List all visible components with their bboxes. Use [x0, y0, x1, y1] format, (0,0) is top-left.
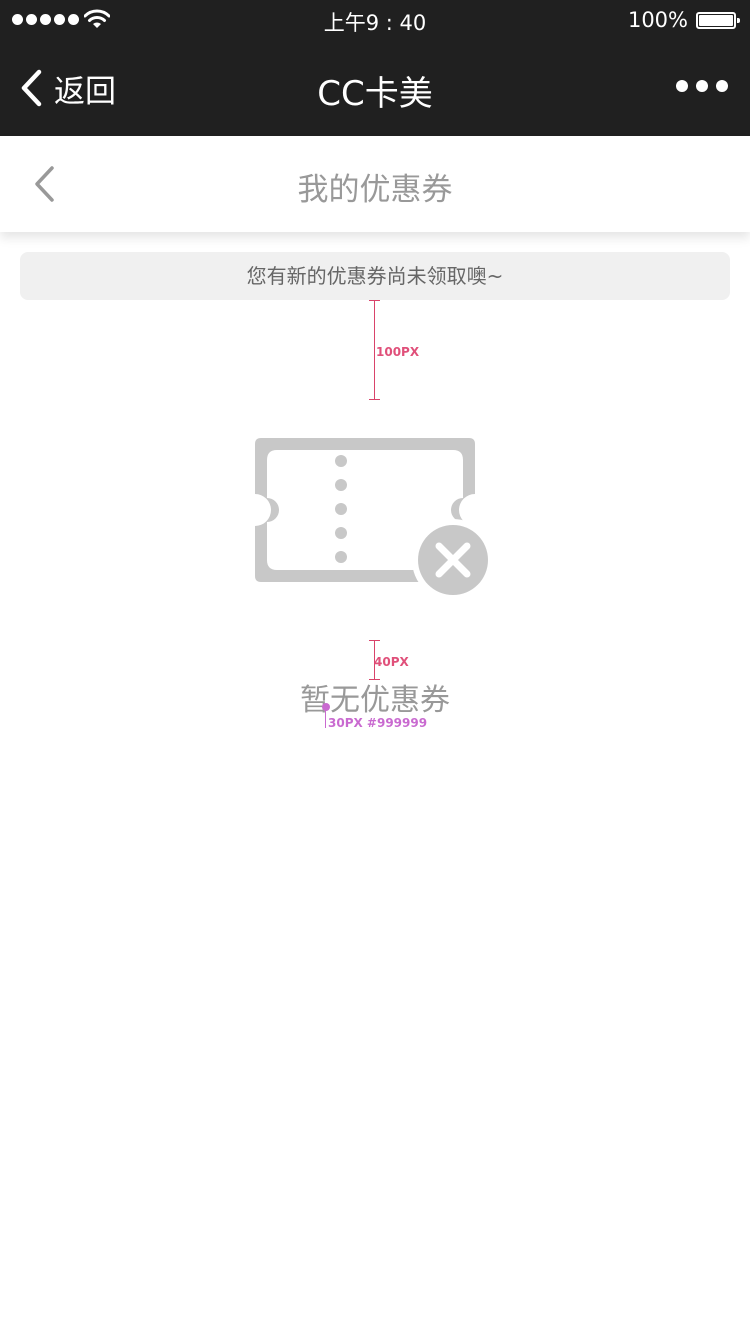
page-title: 我的优惠券 [297, 172, 453, 208]
more-icon[interactable] [676, 80, 728, 92]
annotation-spacing-top: 100PX [376, 345, 420, 359]
annotation-spacing-text: 40PX [374, 655, 409, 669]
annotation-text-spec: 30PX #999999 [328, 716, 428, 730]
annotation-cap-bottom [369, 399, 380, 400]
page-header: 我的优惠券 [0, 136, 750, 232]
annotation-line-text-spec [325, 710, 326, 728]
nav-bar: 返回 CC卡美 [0, 40, 750, 136]
annotation-marker [322, 703, 330, 711]
battery-percent: 100% [627, 8, 688, 32]
battery-icon [696, 12, 740, 29]
nav-title: CC卡美 [317, 74, 433, 114]
unclaimed-coupon-notice[interactable]: 您有新的优惠券尚未领取噢~ [20, 252, 730, 300]
empty-state-text: 暂无优惠券 [300, 683, 450, 718]
coupon-unavailable-icon [255, 438, 492, 600]
status-bar: 上午9 : 40 100% [0, 0, 750, 40]
annotation-line-100 [374, 300, 375, 400]
